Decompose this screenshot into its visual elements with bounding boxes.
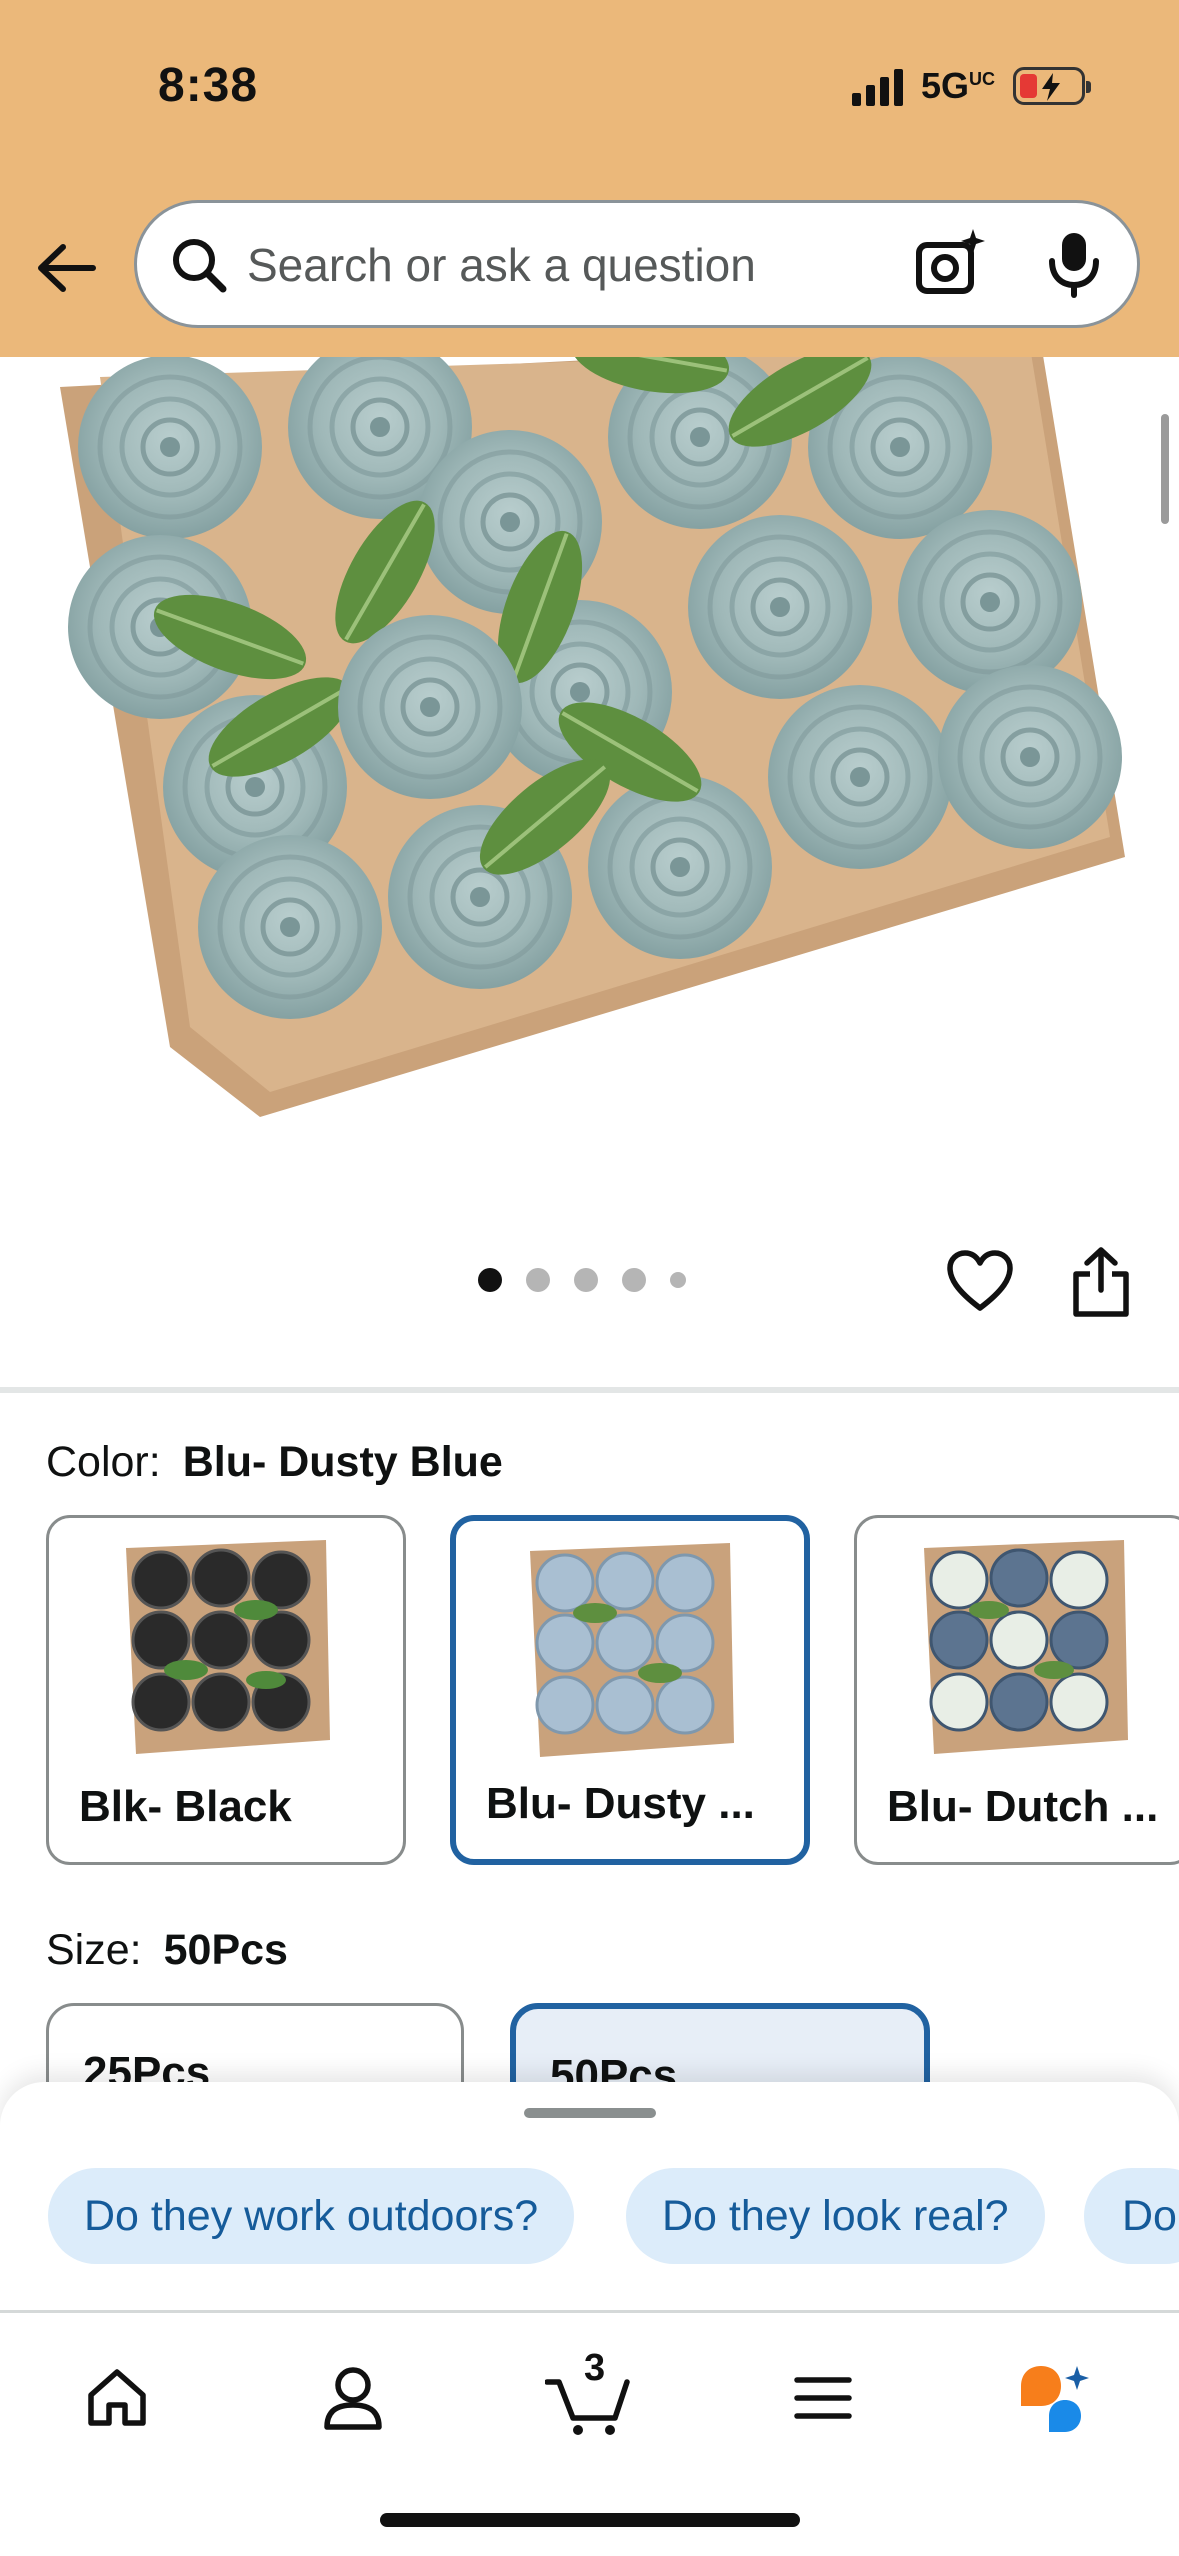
scroll-indicator[interactable] bbox=[1161, 414, 1169, 524]
pagination-dot-2[interactable] bbox=[526, 1268, 550, 1292]
person-icon bbox=[324, 2367, 382, 2430]
status-time: 8:38 bbox=[158, 59, 259, 112]
menu-icon bbox=[794, 2377, 852, 2419]
color-selector-heading: Color: Blu- Dusty Blue bbox=[46, 1438, 503, 1487]
back-button[interactable] bbox=[32, 234, 100, 302]
microphone-icon[interactable] bbox=[1042, 229, 1106, 299]
color-option-label: Blu- Dusty ... bbox=[486, 1779, 755, 1828]
battery-icon bbox=[1013, 67, 1091, 105]
tab-home[interactable] bbox=[72, 2353, 162, 2443]
share-icon bbox=[1073, 1247, 1129, 1317]
tab-account[interactable] bbox=[308, 2353, 398, 2443]
network-label: 5G bbox=[920, 65, 969, 106]
search-bar[interactable] bbox=[134, 200, 1140, 328]
search-icon bbox=[173, 239, 227, 293]
share-button[interactable] bbox=[1070, 1246, 1132, 1318]
search-input[interactable] bbox=[247, 233, 907, 297]
dusty-blue-roses-thumbnail bbox=[530, 1543, 734, 1757]
rufus-chat-icon bbox=[1021, 2366, 1089, 2432]
section-divider bbox=[0, 1387, 1179, 1393]
network-suffix: UC bbox=[969, 69, 995, 89]
heart-icon bbox=[947, 1250, 1013, 1311]
cart-count: 3 bbox=[584, 2347, 606, 2389]
pagination-dot-5[interactable] bbox=[670, 1272, 686, 1288]
pagination-dot-3[interactable] bbox=[574, 1268, 598, 1292]
home-icon bbox=[88, 2369, 146, 2426]
sheet-grabber[interactable] bbox=[524, 2108, 656, 2118]
network-type: 5GUC bbox=[921, 65, 995, 107]
camera-sparkle-icon[interactable] bbox=[913, 227, 987, 301]
status-indicators: 5GUC bbox=[851, 64, 1091, 108]
color-option-dusty-blue[interactable]: Blu- Dusty ... bbox=[450, 1515, 810, 1865]
cell-signal-icon bbox=[851, 66, 903, 106]
black-roses-thumbnail bbox=[126, 1540, 330, 1754]
color-label: Color: bbox=[46, 1438, 161, 1486]
color-option-black[interactable]: Blk- Black bbox=[46, 1515, 406, 1865]
question-chip[interactable]: Do they work outdoors? bbox=[48, 2168, 575, 2264]
tab-rufus[interactable] bbox=[1010, 2353, 1100, 2443]
image-pagination[interactable] bbox=[478, 1268, 686, 1292]
color-option-label: Blu- Dutch ... bbox=[887, 1782, 1159, 1831]
size-selected-value: 50Pcs bbox=[163, 1926, 288, 1974]
pagination-dot-1[interactable] bbox=[478, 1268, 502, 1292]
size-label: Size: bbox=[46, 1926, 142, 1974]
pagination-dot-4[interactable] bbox=[622, 1268, 646, 1292]
question-chip[interactable]: Do they look real? bbox=[626, 2168, 1045, 2264]
color-option-dutch-blue[interactable]: Blu- Dutch ... bbox=[854, 1515, 1179, 1865]
product-image[interactable] bbox=[0, 357, 1179, 1167]
app-header: 8:38 5GUC bbox=[0, 0, 1179, 357]
color-selected-value: Blu- Dusty Blue bbox=[182, 1438, 503, 1486]
tab-menu[interactable] bbox=[778, 2353, 868, 2443]
roses-box-illustration bbox=[60, 357, 1125, 1117]
size-selector-heading: Size: 50Pcs bbox=[46, 1926, 288, 1975]
dutch-blue-roses-thumbnail bbox=[924, 1540, 1128, 1754]
question-chip[interactable]: Do bbox=[1084, 2168, 1179, 2264]
add-to-list-button[interactable] bbox=[946, 1250, 1014, 1314]
home-indicator bbox=[380, 2513, 800, 2527]
color-option-label: Blk- Black bbox=[79, 1782, 292, 1831]
questions-sheet: Do they work outdoors? Do they look real… bbox=[0, 2082, 1179, 2312]
arrow-left-icon bbox=[38, 244, 96, 292]
tab-cart[interactable]: 3 bbox=[540, 2347, 640, 2443]
